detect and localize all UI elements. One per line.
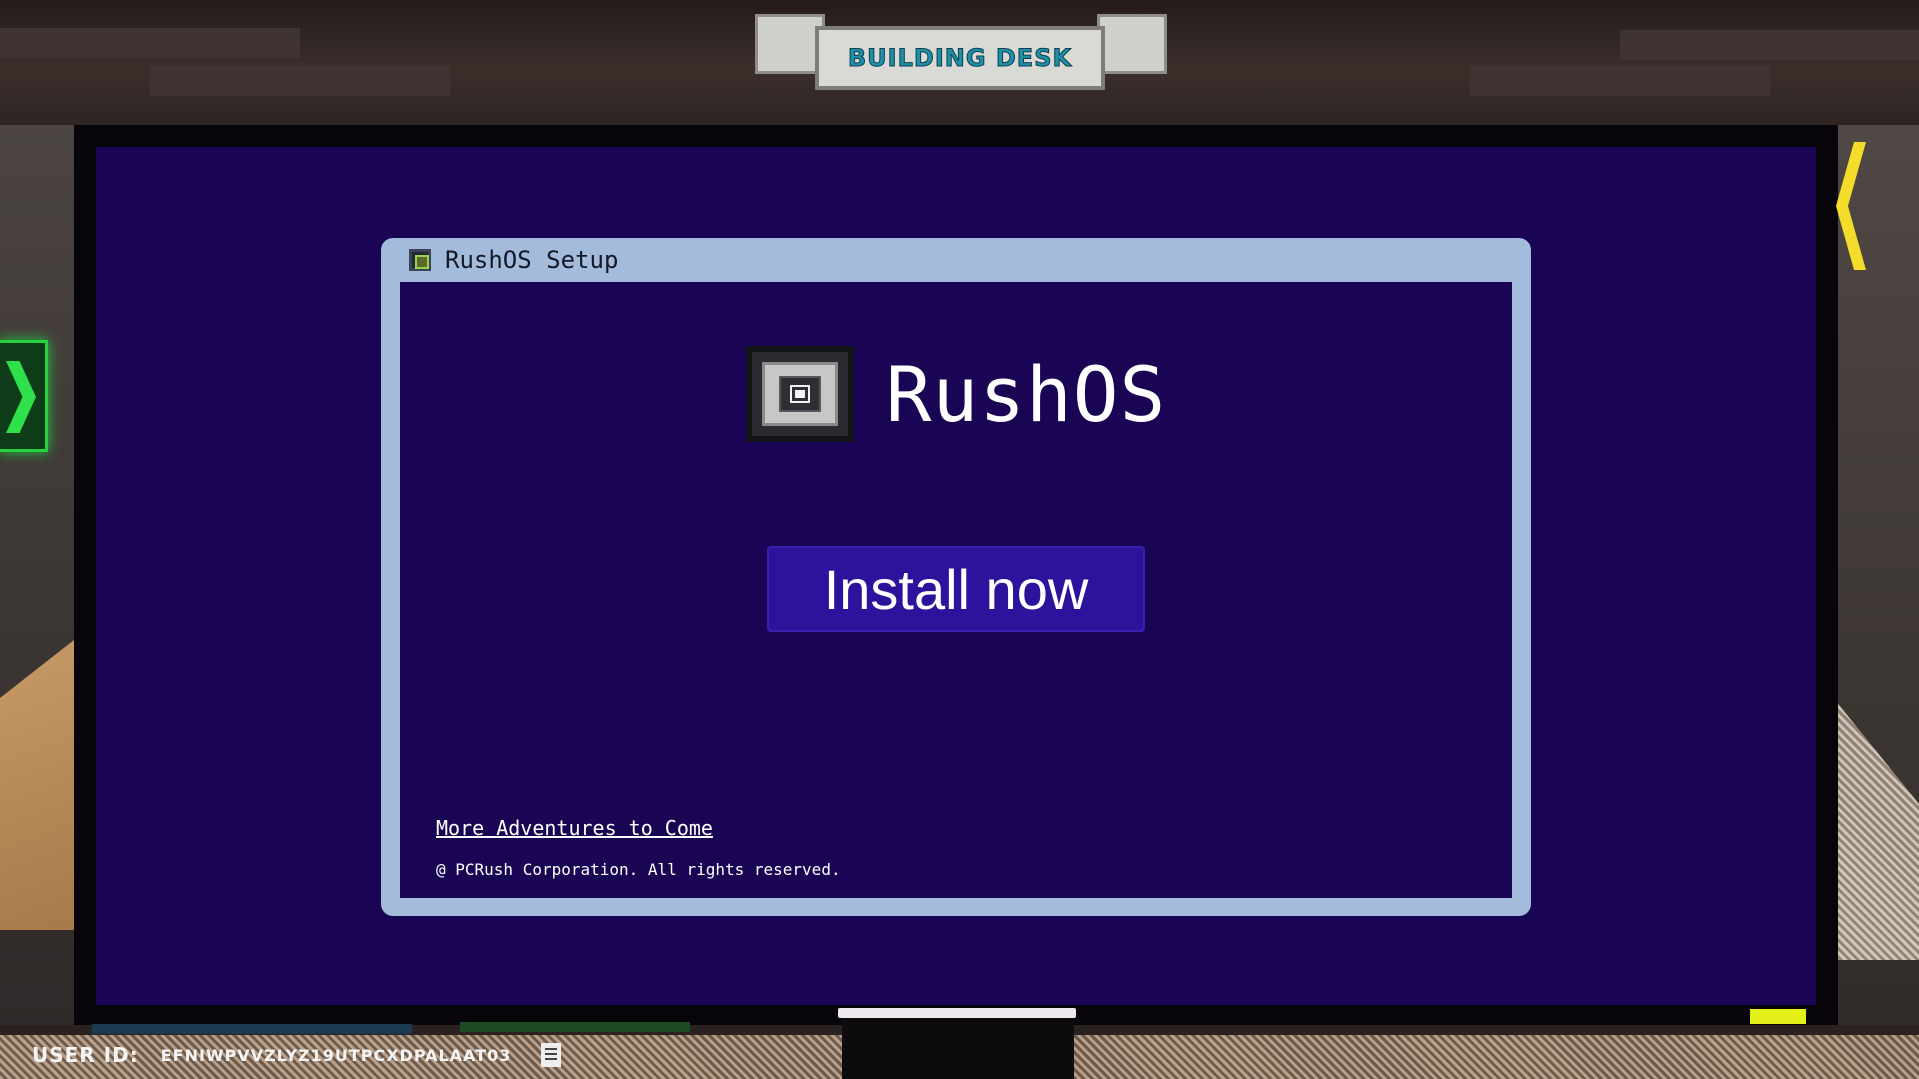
monitor-stand-light <box>838 1008 1076 1018</box>
copyright-text: @ PCRush Corporation. All rights reserve… <box>436 860 841 879</box>
user-id-label: USER ID: <box>32 1043 139 1067</box>
wall-panel <box>1470 66 1770 96</box>
window-titlebar[interactable]: RushOS Setup <box>381 238 1531 282</box>
wall-panel <box>150 66 450 96</box>
chevron-right-icon <box>6 361 36 433</box>
wall-panel <box>1620 30 1919 60</box>
location-sign: BUILDING DESK <box>815 26 1105 90</box>
install-now-button[interactable]: Install now <box>767 546 1145 632</box>
monitor-stand <box>842 1012 1074 1079</box>
computer-logo-icon <box>745 346 854 442</box>
os-name: RushOS <box>885 349 1167 439</box>
os-logo: RushOS <box>400 344 1512 444</box>
sign-bracket-right <box>1097 14 1167 74</box>
status-led <box>1750 1009 1806 1024</box>
nav-left-arrow[interactable] <box>0 340 48 452</box>
copy-icon[interactable] <box>541 1043 562 1067</box>
location-sign-text: BUILDING DESK <box>847 44 1073 73</box>
desk-strip-green <box>460 1022 690 1032</box>
user-id-value: EFNIWPVVZLYZ19UTPCXDPALAAT03 <box>160 1045 512 1065</box>
desk-strip-blue <box>92 1024 412 1034</box>
setup-window: RushOS Setup RushOS Install now More Adv… <box>381 238 1531 916</box>
user-id-bar: USER ID: EFNIWPVVZLYZ19UTPCXDPALAAT03 <box>32 1043 562 1067</box>
wall-panel <box>0 28 300 58</box>
rushos-logo-icon <box>409 249 431 271</box>
window-title: RushOS Setup <box>445 246 619 274</box>
window-body: RushOS Install now More Adventures to Co… <box>400 282 1512 898</box>
more-adventures-link[interactable]: More Adventures to Come <box>436 816 713 840</box>
